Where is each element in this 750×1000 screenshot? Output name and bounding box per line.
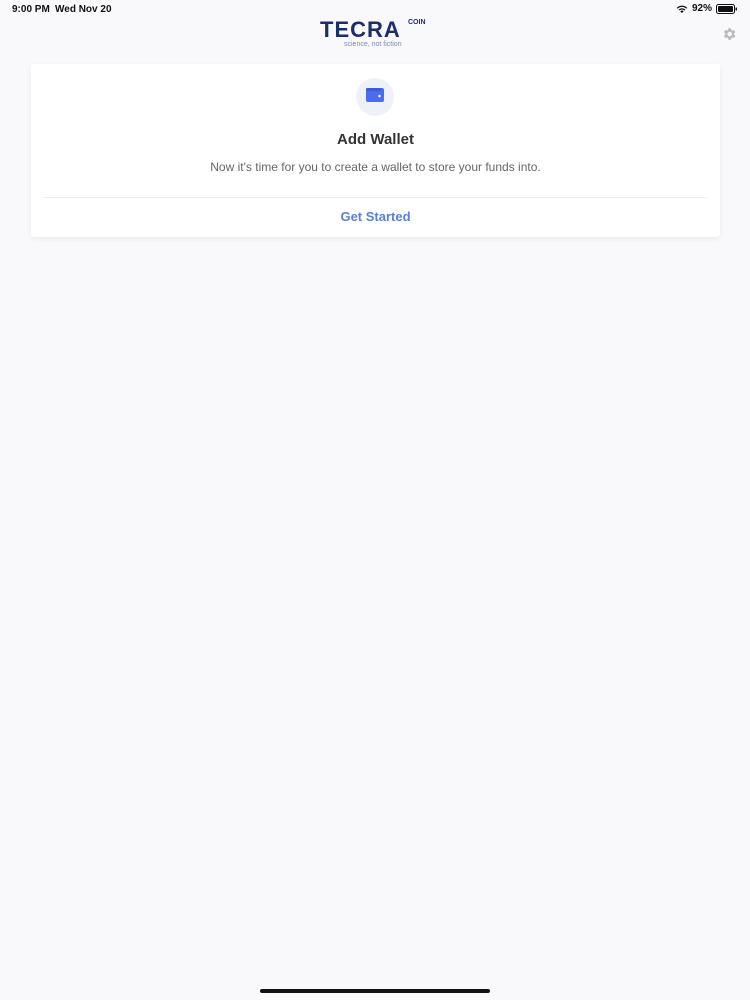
wallet-icon-badge	[356, 78, 394, 116]
home-indicator	[260, 989, 490, 993]
card-description: Now it's time for you to create a wallet…	[210, 160, 541, 174]
logo-tagline: science, not fiction	[344, 41, 402, 48]
status-right: 92%	[676, 3, 738, 14]
card-divider	[43, 197, 708, 198]
logo-wordmark: TECRA	[320, 17, 401, 42]
card-title: Add Wallet	[337, 131, 414, 148]
get-started-button[interactable]: Get Started	[31, 209, 720, 224]
logo-coin-superscript: COIN	[408, 19, 426, 26]
battery-icon	[716, 3, 738, 14]
status-date: Wed Nov 20	[55, 4, 112, 15]
gear-icon[interactable]	[721, 26, 737, 42]
tecra-logo: TECRA COIN science, not fiction	[320, 16, 432, 52]
status-time: 9:00 PM	[12, 4, 50, 15]
wallet-icon	[366, 87, 384, 108]
battery-percent: 92%	[691, 3, 712, 14]
wifi-icon	[676, 4, 688, 14]
add-wallet-card: Add Wallet Now it's time for you to crea…	[31, 64, 720, 237]
